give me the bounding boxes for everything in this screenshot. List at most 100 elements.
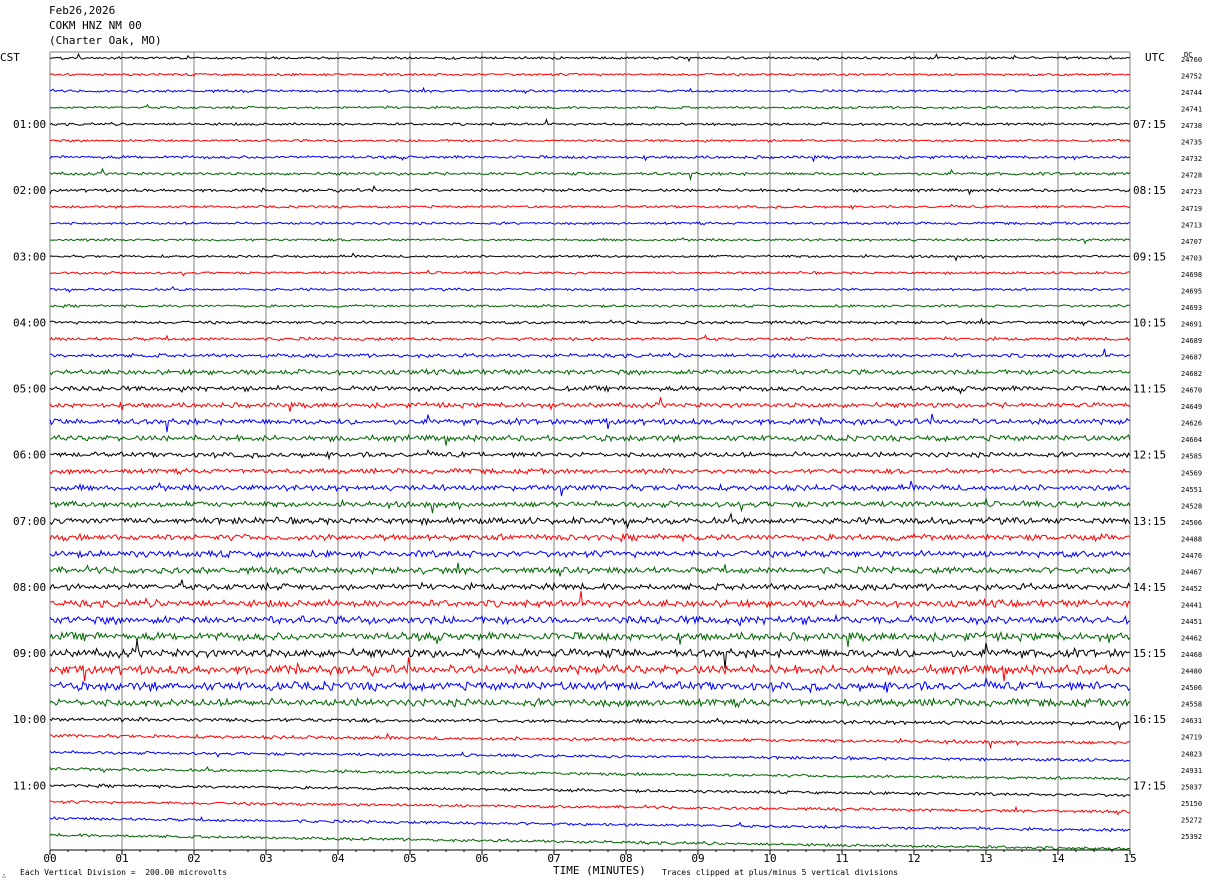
dc-value-label: 24713 (1181, 221, 1202, 229)
dc-value-label: 24689 (1181, 337, 1202, 345)
dc-value-label: 24506 (1181, 684, 1202, 692)
dc-value-label: 24687 (1181, 354, 1202, 362)
utc-hour-label: 12:15 (1133, 449, 1166, 462)
dc-value-label: 24626 (1181, 420, 1202, 428)
local-hour-label: 07:00 (13, 515, 46, 528)
seismic-trace (49, 480, 1131, 497)
dc-value-label: 25392 (1181, 833, 1202, 841)
dc-value-label: 24480 (1181, 668, 1202, 676)
seismic-trace (50, 52, 1131, 63)
dc-value-label: 24551 (1181, 486, 1202, 494)
x-tick-label: 05 (403, 852, 416, 865)
seismic-traces (49, 52, 1131, 851)
seismic-trace (49, 579, 1131, 593)
x-tick-label: 02 (187, 852, 200, 865)
seismic-trace (49, 72, 1131, 77)
x-tick-label: 14 (1051, 852, 1065, 865)
local-hour-label: 11:00 (13, 779, 46, 792)
utc-hour-label: 07:15 (1133, 118, 1166, 131)
x-tick-label: 10 (763, 852, 776, 865)
utc-hour-label: 14:15 (1133, 581, 1166, 594)
local-hour-label: 08:00 (13, 581, 46, 594)
seismic-trace (49, 549, 1131, 560)
dc-value-label: 24558 (1181, 701, 1202, 709)
seismic-trace (49, 184, 1131, 196)
dc-value-label: 24649 (1181, 403, 1202, 411)
seismic-trace (49, 467, 1131, 476)
utc-hour-label: 11:15 (1133, 383, 1166, 396)
dc-value-label: 24732 (1181, 155, 1202, 163)
seismic-trace (49, 832, 1131, 851)
utc-hour-label: 15:15 (1133, 647, 1166, 660)
utc-hour-label: 16:15 (1133, 713, 1166, 726)
seismic-trace (49, 334, 1131, 342)
x-tick-label: 11 (835, 852, 848, 865)
dc-value-label: 24691 (1181, 320, 1202, 328)
dc-value-label: 24703 (1181, 254, 1202, 262)
dc-value-label: 24670 (1181, 387, 1202, 395)
local-hour-label: 09:00 (13, 647, 46, 660)
seismic-trace (49, 512, 1131, 530)
seismic-trace (49, 167, 1131, 182)
seismic-trace (49, 783, 1131, 798)
seismic-trace (49, 676, 1131, 694)
seismic-trace (49, 138, 1131, 143)
seismic-trace (49, 384, 1131, 395)
x-tick-label: 04 (331, 852, 345, 865)
x-tick-label: 06 (475, 852, 488, 865)
seismic-trace (49, 496, 1131, 514)
local-hour-label: 05:00 (13, 383, 46, 396)
x-tick-label: 00 (43, 852, 56, 865)
seismic-trace (49, 303, 1131, 309)
dc-value-label: 24931 (1181, 767, 1202, 775)
dc-value-label: 24467 (1181, 568, 1202, 576)
dc-value-label: 24693 (1181, 304, 1202, 312)
dc-value-label: 24506 (1181, 519, 1202, 527)
seismic-trace (49, 562, 1131, 577)
dc-value-label: 24604 (1181, 436, 1202, 444)
dc-value-label: 24738 (1181, 122, 1202, 130)
dc-value-label: 24468 (1181, 651, 1202, 659)
dc-value-label: 24528 (1181, 502, 1202, 510)
seismic-trace (49, 285, 1130, 293)
local-hour-label: 02:00 (13, 184, 46, 197)
seismic-trace (49, 203, 1131, 210)
local-hour-label: 04:00 (13, 316, 46, 329)
dc-value-label: 24823 (1181, 750, 1202, 758)
seismic-trace (49, 815, 1131, 833)
seismic-trace (49, 237, 1131, 245)
local-hour-label: 10:00 (13, 713, 46, 726)
dc-value-label: 25272 (1181, 816, 1202, 824)
footer-left-note: Each Vertical Division = 200.00 microvol… (20, 868, 227, 877)
seismic-trace (49, 317, 1131, 327)
seismic-trace (49, 750, 1131, 763)
seismic-trace (49, 716, 1131, 731)
dc-value-label: 24728 (1181, 172, 1202, 180)
utc-hour-label: 09:15 (1133, 250, 1166, 263)
dc-label: DC (1184, 51, 1192, 59)
dc-value-label: 24744 (1181, 89, 1202, 97)
seismic-trace (49, 118, 1131, 127)
dc-value-label: 25037 (1181, 783, 1202, 791)
dc-value-label: 24631 (1181, 717, 1202, 725)
seismic-trace (49, 590, 1131, 609)
x-axis-title: TIME (MINUTES) (553, 864, 646, 877)
helicorder-plot: 00 01 02 03 04 05 06 07 08 09 10 11 12 13 14 1524760247… (0, 51, 1202, 880)
seismic-trace (49, 433, 1131, 446)
right-timezone-label: UTC (1145, 51, 1165, 64)
seismic-trace (49, 732, 1131, 750)
dc-value-label: 24698 (1181, 271, 1202, 279)
dc-value-label: 24451 (1181, 618, 1202, 626)
seismic-trace (49, 367, 1131, 376)
footer-right-note: Traces clipped at plus/minus 5 vertical … (662, 868, 898, 877)
seismic-trace (49, 103, 1131, 110)
corner-mark-icon: ∴ (2, 872, 6, 880)
utc-hour-label: 10:15 (1133, 316, 1166, 329)
utc-hour-label: 08:15 (1133, 184, 1166, 197)
x-tick-label: 03 (259, 852, 272, 865)
seismic-trace (49, 657, 1131, 682)
left-timezone-label: CST (0, 51, 20, 64)
seismic-trace (49, 696, 1131, 709)
dc-value-label: 24719 (1181, 205, 1202, 213)
seismic-trace (49, 800, 1131, 816)
